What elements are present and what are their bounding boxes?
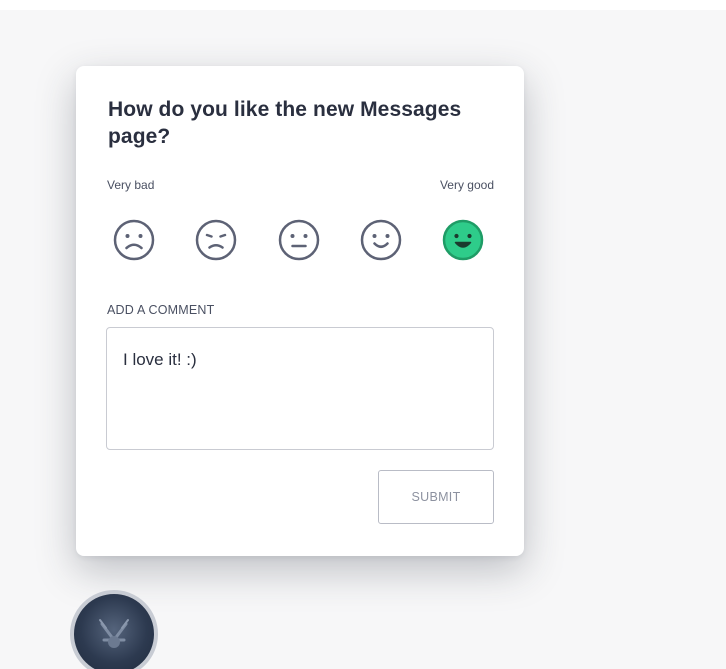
sad-face-icon — [195, 219, 237, 261]
comment-label: ADD A COMMENT — [107, 303, 215, 317]
rating-option-very-bad[interactable] — [106, 212, 162, 268]
rating-faces — [106, 212, 498, 268]
neutral-face-icon — [278, 219, 320, 261]
avatar-image — [99, 619, 129, 648]
rating-option-very-good[interactable] — [435, 212, 491, 268]
feedback-card: How do you like the new Messages page? V… — [76, 66, 524, 556]
scale-low-label: Very bad — [107, 178, 155, 192]
rating-option-good[interactable] — [353, 212, 409, 268]
survey-title: How do you like the new Messages page? — [108, 98, 462, 148]
rating-option-neutral[interactable] — [271, 212, 327, 268]
very-sad-face-icon — [113, 219, 155, 261]
scale-high-label: Very good — [439, 178, 494, 192]
page-background: How do you like the new Messages page? V… — [0, 0, 726, 669]
very-happy-face-icon — [442, 219, 484, 261]
rating-option-bad[interactable] — [188, 212, 244, 268]
comment-textarea[interactable]: I love it! :) — [106, 327, 494, 450]
happy-face-icon — [360, 219, 402, 261]
submit-button[interactable]: SUBMIT — [378, 470, 494, 524]
avatar[interactable] — [70, 590, 158, 669]
